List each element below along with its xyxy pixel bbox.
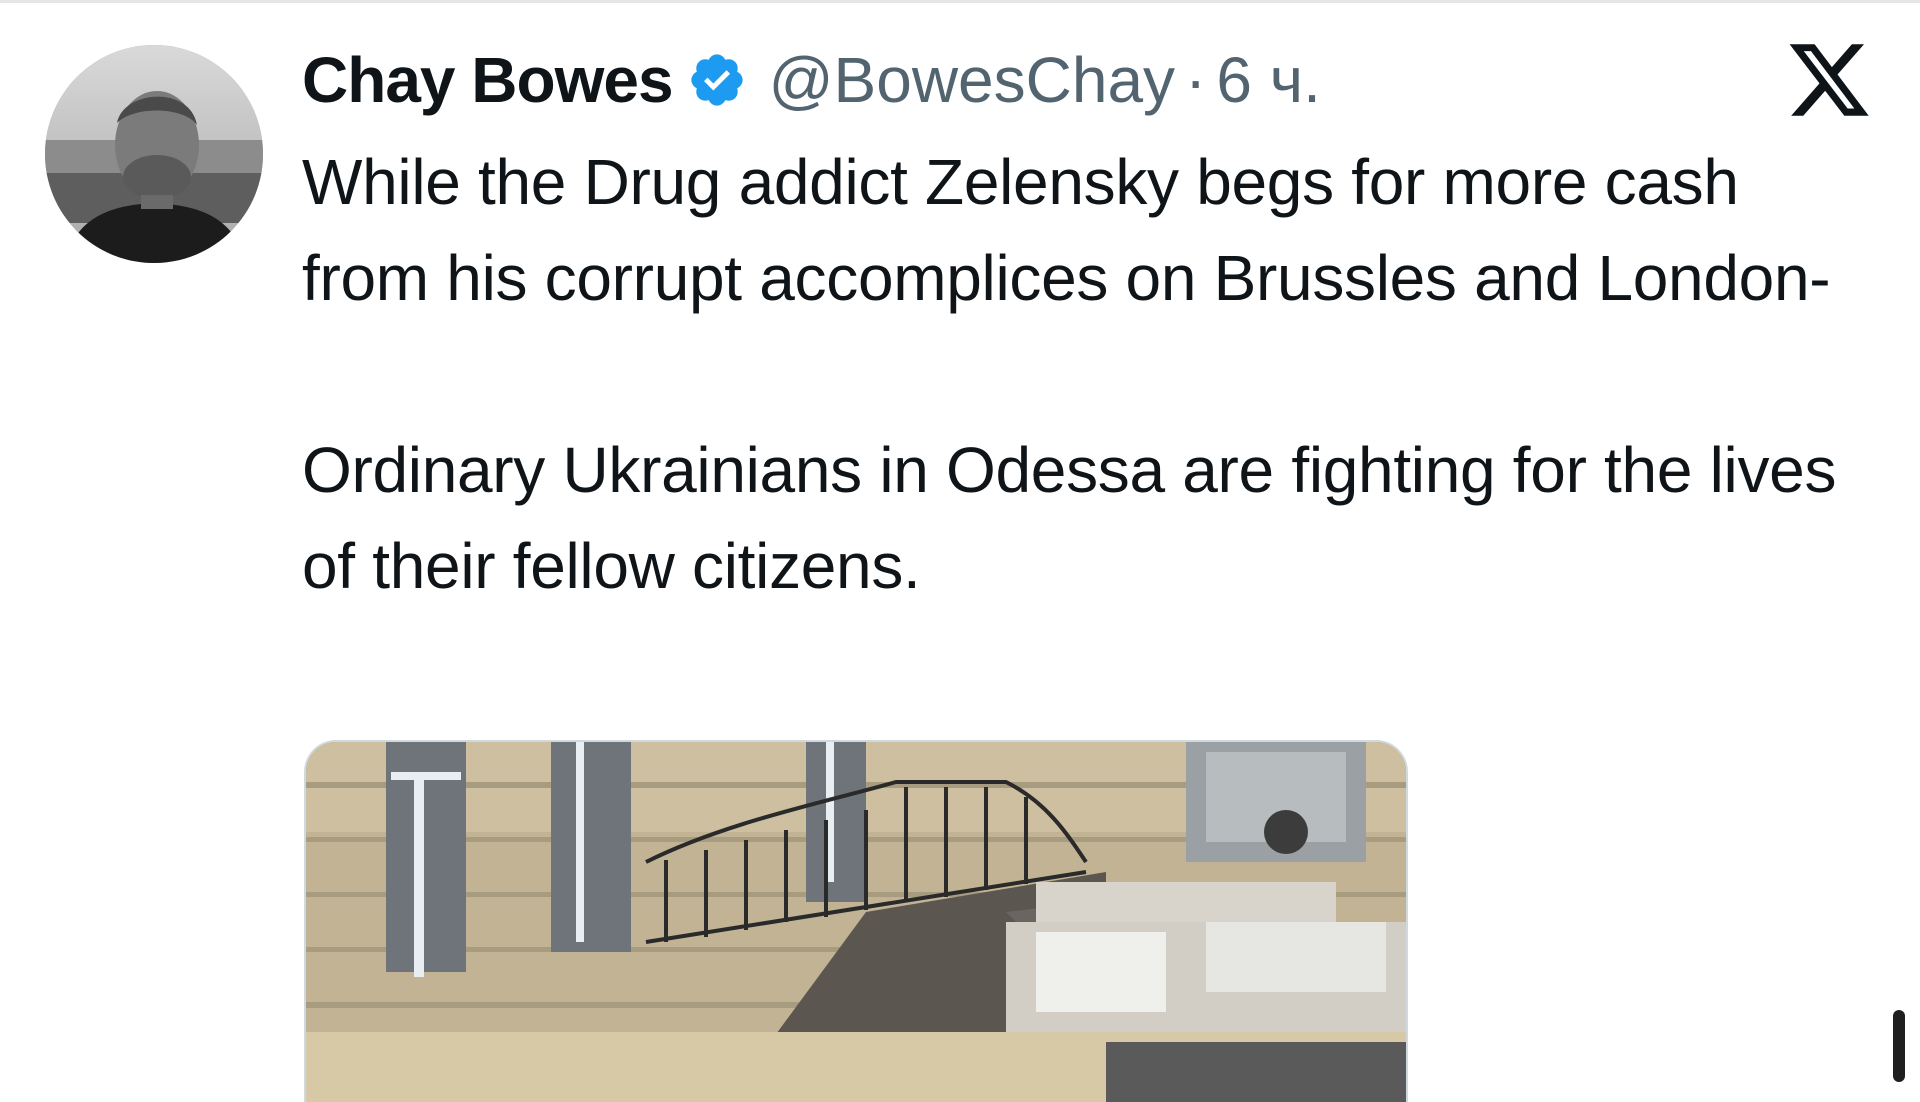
- tweet-paragraph: While the Drug addict Zelensky begs for …: [302, 146, 1831, 314]
- avatar[interactable]: [45, 45, 263, 263]
- display-name[interactable]: Chay Bowes: [302, 43, 674, 117]
- verified-badge-icon: [687, 50, 747, 110]
- tweet-header: Chay Bowes @BowesChay · 6 ч.: [302, 30, 1862, 130]
- building-scene-thumbnail: [306, 742, 1406, 1102]
- tweet-media-video[interactable]: [304, 740, 1408, 1102]
- user-handle[interactable]: @BowesChay: [769, 43, 1175, 117]
- x-logo-icon: [1785, 36, 1873, 124]
- separator-dot: ·: [1185, 44, 1207, 116]
- tweet-text: While the Drug addict Zelensky begs for …: [302, 134, 1862, 614]
- top-divider: [0, 0, 1920, 3]
- scrollbar-thumb[interactable]: [1893, 1010, 1905, 1082]
- avatar-photo: [45, 45, 263, 263]
- tweet-paragraph: Ordinary Ukrainians in Odessa are fighti…: [302, 434, 1837, 602]
- tweet-body: Chay Bowes @BowesChay · 6 ч. While the D…: [302, 30, 1862, 614]
- post-time[interactable]: 6 ч.: [1216, 43, 1321, 117]
